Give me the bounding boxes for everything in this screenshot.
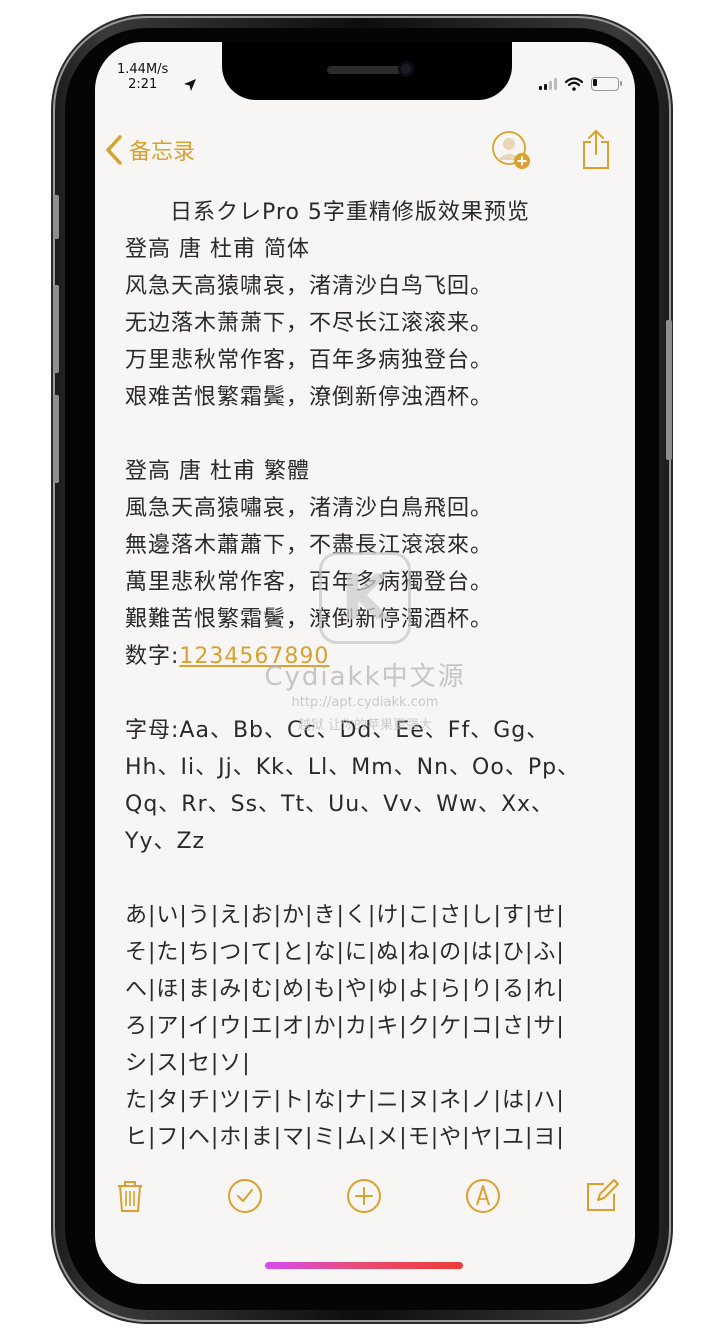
markup-icon[interactable] [465,1178,501,1214]
volume-up-button [53,285,59,373]
status-bar-right [539,76,622,92]
watermark-url: http://apt.cydiakk.com [291,695,439,710]
compose-icon[interactable] [584,1178,620,1214]
kana-line: シ|ス|セ|ソ| [125,1051,251,1076]
back-label: 备忘录 [129,140,196,165]
power-button [666,320,672,460]
note-blank-line [125,860,615,897]
note-line: 无边落木萧萧下，不尽长江滚滚来。 [125,311,494,336]
status-bar-left: 1.44M/s 2:21 [117,62,168,92]
note-line: 登高 唐 杜甫 繁體 [125,459,310,484]
wifi-icon [565,77,583,91]
bottom-toolbar [95,1178,635,1222]
network-speed: 1.44M/s [117,62,169,77]
notch [222,42,512,100]
share-icon[interactable] [581,128,611,170]
home-indicator[interactable] [265,1262,463,1269]
mute-switch [53,195,59,239]
kana-line: あ|い|う|え|お|か|き|く|け|こ|さ|し|す|せ| [125,903,565,928]
front-camera [398,61,414,77]
watermark: K Cydiakk中文源 http://apt.cydiakk.com 越狱 让… [95,552,635,733]
checklist-icon[interactable] [227,1178,263,1214]
add-icon[interactable] [346,1178,382,1214]
note-line: 登高 唐 杜甫 简体 [125,237,310,262]
cellular-signal-icon [539,78,557,90]
note-line: 風急天高猿嘯哀，渚清沙白鳥飛回。 [125,496,494,521]
watermark-name: Cydiakk中文源 [264,662,466,692]
watermark-slogan: 越狱 让你的苹果更强大 [297,718,433,733]
back-button[interactable]: 备忘录 [105,134,195,166]
watermark-logo: K [319,552,411,644]
kana-line: た|タ|チ|ツ|テ|ト|な|ナ|ニ|ヌ|ネ|ノ|は|ハ| [125,1088,565,1113]
note-line: 万里悲秋常作客，百年多病独登台。 [125,348,494,373]
kana-line: そ|た|ち|つ|て|と|な|に|ぬ|ね|の|は|ひ|ふ| [125,940,565,965]
trash-icon[interactable] [112,1178,148,1214]
note-blank-line [125,416,615,453]
screen: 1.44M/s 2:21 备忘录 日系クレPro 5字重精修版效果预览 登高 唐… [95,42,635,1284]
letters-line: Yy、Zz [125,829,206,854]
battery-icon [591,77,622,91]
letters-line: Qq、Rr、Ss、Tt、Uu、Vv、Ww、Xx、 [125,792,555,817]
kana-line: ろ|ア|イ|ウ|エ|オ|か|カ|キ|ク|ケ|コ|さ|サ| [125,1014,565,1039]
note-line: 风急天高猿啸哀，渚清沙白鸟飞回。 [125,274,494,299]
letters-line: Hh、Ii、Jj、Kk、Ll、Mm、Nn、Oo、Pp、 [125,755,581,780]
navigation-bar: 备忘录 [95,128,635,172]
add-people-icon[interactable] [491,130,531,170]
volume-down-button [53,395,59,483]
status-time: 2:21 [128,77,158,92]
kana-line: へ|ほ|ま|み|む|め|も|や|ゆ|よ|ら|り|る|れ| [125,977,565,1002]
location-arrow-icon [184,79,196,91]
note-title: 日系クレPro 5字重精修版效果预览 [170,200,530,225]
note-line: 艰难苦恨繁霜鬓，潦倒新停浊酒杯。 [125,385,494,410]
speaker-grille [327,66,407,74]
chevron-left-icon [106,135,122,165]
